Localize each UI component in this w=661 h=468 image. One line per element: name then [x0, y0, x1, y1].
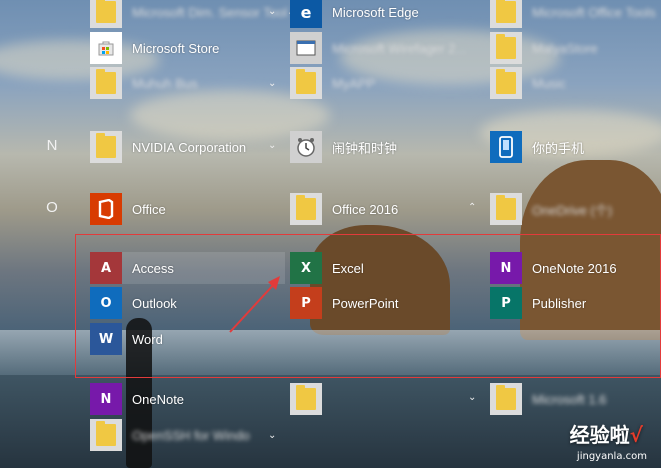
folder-icon: [90, 0, 122, 28]
folder-icon: [490, 0, 522, 28]
app-label: Office 2016: [332, 201, 399, 217]
app-label: Microsoft Dim. Sensor Tool: [132, 4, 288, 20]
app-label: Music: [532, 75, 566, 91]
group-letter-o[interactable]: O: [40, 199, 64, 216]
app-item-onedrive[interactable]: OneDrive (个): [490, 193, 661, 225]
chevron-down-icon[interactable]: ⌄: [268, 6, 276, 17]
folder-icon: [90, 419, 122, 451]
annotation-arrow-icon: [229, 276, 280, 333]
app-label: Microsoft Store: [132, 40, 220, 56]
app-label: 闹钟和时钟: [332, 140, 398, 156]
app-item-col3-r1[interactable]: MalyaStore: [490, 32, 661, 64]
onedrive-folder-icon: [490, 193, 522, 225]
watermark-url: jingyanla.com: [576, 451, 647, 462]
watermark-brand: 经验啦√: [569, 423, 643, 447]
folder-icon: [490, 67, 522, 99]
app-item-office-2016[interactable]: Office 2016: [290, 193, 485, 225]
folder-icon: [290, 383, 322, 415]
folder-icon: [490, 383, 522, 415]
edge-icon: e: [290, 0, 322, 28]
app-label: MyAPP: [332, 75, 376, 91]
chevron-down-icon[interactable]: ⌄: [468, 392, 476, 403]
folder-icon: [490, 32, 522, 64]
folder-icon: [290, 193, 322, 225]
app-label: OneNote: [132, 391, 185, 407]
office-icon: [90, 193, 122, 225]
app-item-col2-r2[interactable]: MyAPP: [290, 67, 485, 99]
chevron-down-icon[interactable]: ⌄: [268, 430, 276, 441]
app-label: Microsoft 1.6: [532, 391, 607, 407]
chevron-down-icon[interactable]: ⌄: [268, 78, 276, 89]
app-item-office[interactable]: Office: [90, 193, 285, 225]
app-item-openssh[interactable]: OpenSSH for Windo: [90, 419, 285, 451]
app-label: Microsoft Edge: [332, 4, 419, 20]
chevron-up-icon[interactable]: ⌃: [468, 202, 476, 213]
app-item-col2-r9[interactable]: [290, 383, 485, 415]
folder-icon: [90, 67, 122, 99]
app-item-your-phone[interactable]: 你的手机: [490, 131, 661, 163]
chevron-down-icon[interactable]: ⌄: [268, 140, 276, 151]
group-letter-n[interactable]: N: [40, 137, 64, 154]
phone-icon: [490, 131, 522, 163]
app-item-nvidia[interactable]: NVIDIA Corporation: [90, 131, 285, 163]
app-item-onenote[interactable]: N OneNote: [90, 383, 285, 415]
app-item-col3-r0[interactable]: Microsoft Office Tools: [490, 0, 661, 28]
app-item-microsoft-store[interactable]: Microsoft Store: [90, 32, 285, 64]
app-item-col3-r9[interactable]: Microsoft 1.6: [490, 383, 661, 415]
app-label: Microsoft Office Tools: [532, 4, 656, 20]
app-label: MalyaStore: [532, 40, 598, 56]
store-icon: [90, 32, 122, 64]
app-item-col2-r1[interactable]: Microsoft Wirefager 2...: [290, 32, 485, 64]
clock-icon: [290, 131, 322, 163]
app-label: OneDrive (个): [532, 202, 613, 218]
app-window-icon: [290, 32, 322, 64]
app-label: OpenSSH for Windo: [132, 427, 250, 443]
app-item-col3-r2[interactable]: Music: [490, 67, 661, 99]
highlight-box: [75, 234, 661, 378]
folder-icon: [290, 67, 322, 99]
app-item-col1-r2[interactable]: Muhuh Bus: [90, 67, 285, 99]
app-label: Muhuh Bus: [132, 75, 198, 91]
onenote-icon: N: [90, 383, 122, 415]
app-label: 你的手机: [532, 140, 585, 156]
app-item-edge[interactable]: e Microsoft Edge: [290, 0, 485, 28]
folder-icon: [90, 131, 122, 163]
app-item-col1-top[interactable]: Microsoft Dim. Sensor Tool ⌄: [90, 0, 295, 28]
app-label: Microsoft Wirefager 2...: [332, 40, 467, 56]
app-item-alarms-clock[interactable]: 闹钟和时钟: [290, 131, 485, 163]
app-label: Office: [132, 201, 166, 217]
app-label: NVIDIA Corporation: [132, 139, 247, 155]
